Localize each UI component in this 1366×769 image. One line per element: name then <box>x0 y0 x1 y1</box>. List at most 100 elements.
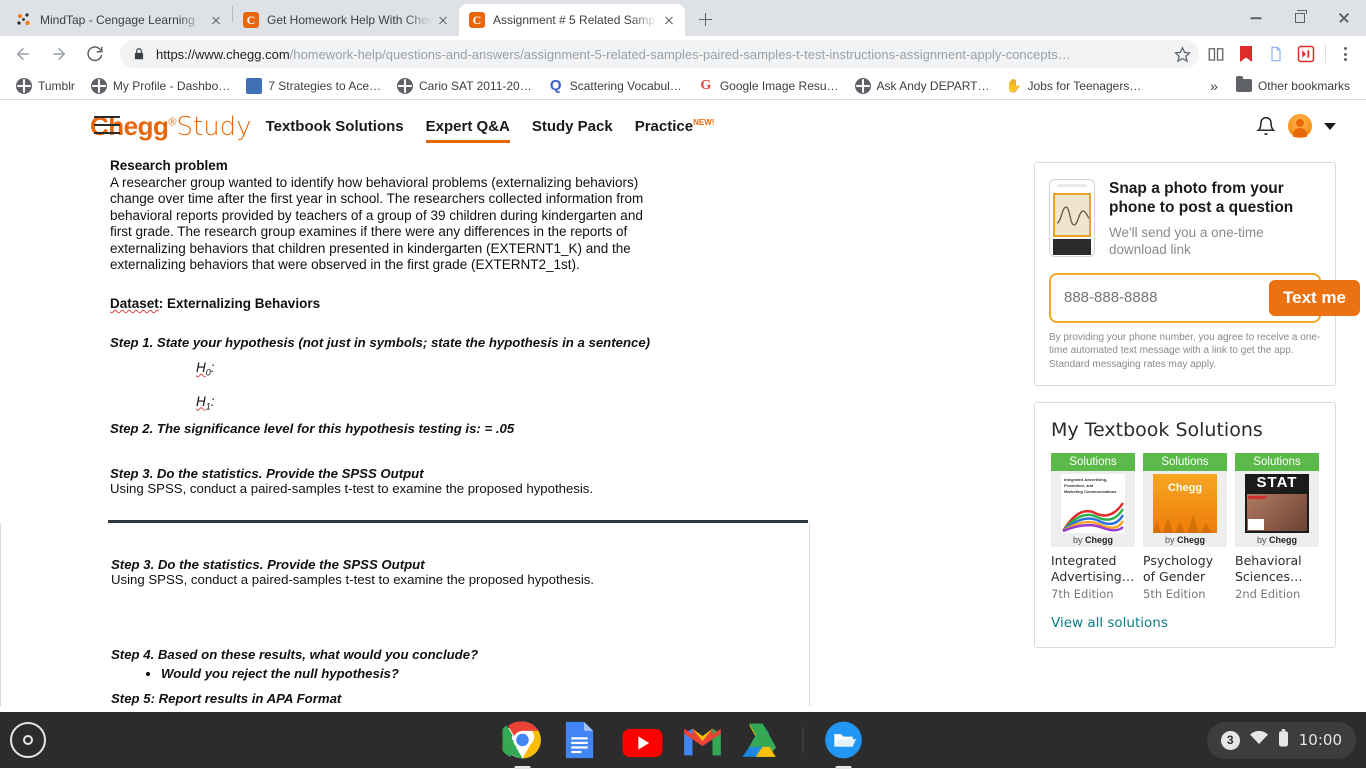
bookmark-label: Tumblr <box>38 79 75 93</box>
book-title: Psychology of Gender <box>1143 553 1227 584</box>
chevron-down-icon[interactable] <box>1324 123 1336 130</box>
system-tray[interactable]: 3 10:00 <box>1207 722 1356 759</box>
text-me-button[interactable]: Text me <box>1269 280 1360 316</box>
browser-tab-3[interactable]: C Assignment # 5 Related Samples <box>459 4 685 36</box>
close-icon[interactable] <box>435 12 451 28</box>
gmail-icon[interactable] <box>683 720 723 760</box>
bookmark-tumblr[interactable]: Tumblr <box>8 74 83 98</box>
browser-tab-1[interactable]: MindTap - Cengage Learning <box>6 4 232 36</box>
step-4: Step 4. Based on these results, what wou… <box>111 647 809 662</box>
globe-icon <box>855 78 871 94</box>
question-content: Research problem A researcher group want… <box>0 152 910 706</box>
research-problem-paragraph: A researcher group wanted to identify ho… <box>110 175 655 274</box>
bookmark-my-profile[interactable]: My Profile - Dashbo… <box>83 74 238 98</box>
forward-icon[interactable] <box>44 39 74 69</box>
bookmark-label: Jobs for Teenagers… <box>1027 79 1141 93</box>
phone-number-input[interactable] <box>1056 289 1263 306</box>
folder-icon <box>1236 79 1252 92</box>
bookmark-7-strategies[interactable]: 7 Strategies to Ace… <box>238 74 389 98</box>
solutions-badge: Solutions <box>1051 453 1135 471</box>
bookmarks-overflow: » Other bookmarks <box>1200 74 1358 98</box>
nav-expert-qa[interactable]: Expert Q&A <box>426 112 510 141</box>
nav-practice[interactable]: PracticeNEW! <box>635 112 715 141</box>
bookmark-label: Ask Andy DEPART… <box>877 79 990 93</box>
tab-strip: MindTap - Cengage Learning C Get Homewor… <box>0 0 1366 36</box>
bookmark-label: 7 Strategies to Ace… <box>268 79 381 93</box>
nav-study-pack[interactable]: Study Pack <box>532 112 613 141</box>
step-3-repeat: Step 3. Do the statistics. Provide the S… <box>111 557 809 572</box>
step-4-bullet-item: Would you reject the null hypothesis? <box>161 666 809 681</box>
solutions-badge: Solutions <box>1235 453 1319 471</box>
mindtap-icon <box>16 12 32 28</box>
chrome-menu-icon[interactable] <box>1332 41 1358 67</box>
page-extension-icon[interactable] <box>1263 41 1289 67</box>
reload-icon[interactable] <box>80 39 110 69</box>
research-problem-heading: Research problem <box>110 158 910 173</box>
youtube-icon[interactable] <box>623 720 663 760</box>
new-tab-button[interactable] <box>691 5 719 33</box>
globe-icon <box>91 78 107 94</box>
h1-symbol: H <box>196 394 206 409</box>
book-title: Behavioral Sciences… <box>1235 553 1319 584</box>
bookmark-star-icon[interactable] <box>1169 41 1195 67</box>
solutions-badge: Solutions <box>1143 453 1227 471</box>
book-cover: STAT by Chegg <box>1235 471 1319 547</box>
hamburger-icon[interactable] <box>94 116 120 136</box>
snap-photo-header: Snap a photo from your phone to post a q… <box>1035 163 1335 273</box>
bookmark-cario-sat[interactable]: Cario SAT 2011-20… <box>389 74 540 98</box>
back-icon[interactable] <box>8 39 38 69</box>
dataset-value: : Externalizing Behaviors <box>159 296 320 311</box>
minimize-button[interactable] <box>1234 2 1278 34</box>
bookmark-jobs-for-teenagers[interactable]: ✋ Jobs for Teenagers… <box>997 74 1149 98</box>
close-icon[interactable] <box>208 12 224 28</box>
nav-textbook-solutions[interactable]: Textbook Solutions <box>266 112 404 141</box>
chegg-site-header: Chegg®Study Textbook Solutions Expert Q&… <box>0 100 1366 152</box>
globe-icon <box>16 78 32 94</box>
chegg-icon: C <box>243 12 259 28</box>
view-all-solutions-link[interactable]: View all solutions <box>1035 601 1335 647</box>
textbook-solutions-title: My Textbook Solutions <box>1035 403 1335 453</box>
chrome-icon[interactable] <box>503 720 543 760</box>
textbook-item[interactable]: Solutions Integrated Advertising,Promoti… <box>1051 453 1135 600</box>
bookmark-ask-andy[interactable]: Ask Andy DEPART… <box>847 74 998 98</box>
document-block: Research problem A researcher group want… <box>110 152 910 523</box>
bookmark-google-image[interactable]: G Google Image Resu… <box>690 74 847 98</box>
lock-icon <box>132 47 146 61</box>
maximize-button[interactable] <box>1278 2 1322 34</box>
bell-icon[interactable] <box>1256 115 1276 137</box>
snap-photo-card: Snap a photo from your phone to post a q… <box>1034 162 1336 386</box>
bookmark-scattering-vocab[interactable]: Q Scattering Vocabul… <box>540 74 690 98</box>
chegg-nav: Textbook Solutions Expert Q&A Study Pack… <box>266 112 715 141</box>
globe-icon <box>397 78 413 94</box>
browser-window: MindTap - Cengage Learning C Get Homewor… <box>0 0 1366 712</box>
window-controls <box>1234 0 1366 36</box>
book-cover: Integrated Advertising,Promotion, andMar… <box>1051 471 1135 547</box>
reading-list-icon[interactable] <box>1203 41 1229 67</box>
second-question-panel: Step 3. Do the statistics. Provide the S… <box>0 523 810 706</box>
quizlet-icon: Q <box>548 78 564 94</box>
logo-study-text: Study <box>177 112 252 142</box>
browser-tab-2[interactable]: C Get Homework Help With Chegg <box>233 4 459 36</box>
bookmarks-overflow-chevron[interactable]: » <box>1200 78 1228 94</box>
tab-title: Get Homework Help With Chegg <box>267 13 431 27</box>
textbook-item[interactable]: Solutions Chegg by Chegg Psyc <box>1143 453 1227 600</box>
step-3-body: Using SPSS, conduct a paired-samples t-t… <box>110 481 910 496</box>
other-bookmarks-folder[interactable]: Other bookmarks <box>1228 74 1358 98</box>
textbook-item[interactable]: Solutions STAT by Chegg Behavio <box>1235 453 1319 600</box>
hypothesis-null: H0: <box>196 360 910 378</box>
google-drive-icon[interactable] <box>743 720 783 760</box>
red-bookmark-extension-icon[interactable] <box>1233 41 1259 67</box>
book-edition: 7th Edition <box>1051 587 1135 601</box>
files-icon[interactable] <box>824 720 864 760</box>
avatar[interactable] <box>1288 114 1312 138</box>
address-bar[interactable]: https://www.chegg.com/homework-help/ques… <box>120 40 1199 68</box>
google-docs-icon[interactable] <box>563 720 603 760</box>
close-window-button[interactable] <box>1322 2 1366 34</box>
phone-illustration-icon <box>1049 179 1095 257</box>
close-icon[interactable] <box>661 12 677 28</box>
forward-extension-icon[interactable] <box>1293 41 1319 67</box>
google-icon: G <box>698 78 714 94</box>
step-3-repeat-body: Using SPSS, conduct a paired-samples t-t… <box>111 572 809 587</box>
launcher-icon[interactable] <box>10 722 46 758</box>
page-viewport: Chegg®Study Textbook Solutions Expert Q&… <box>0 100 1366 712</box>
